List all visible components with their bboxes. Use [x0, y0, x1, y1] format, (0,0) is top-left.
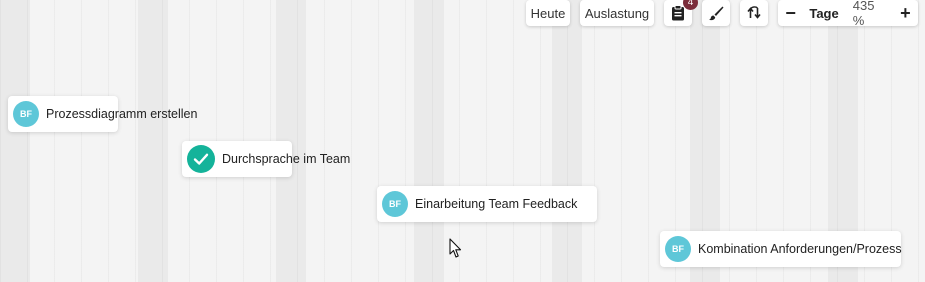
task-card[interactable]: Durchsprache im Team	[182, 141, 350, 177]
avatar: BF	[382, 191, 408, 217]
brush-icon	[708, 5, 724, 21]
zoom-value: 435 %	[852, 0, 875, 28]
task-card[interactable]: BF Prozessdiagramm erstellen	[8, 96, 197, 132]
mouse-pointer-icon	[449, 238, 462, 264]
zoom-out-button[interactable]: −	[778, 0, 803, 26]
workload-button[interactable]: Auslastung	[580, 0, 654, 26]
clipboard-button[interactable]: 4	[664, 0, 698, 26]
zoom-unit-label: Tage	[809, 5, 839, 21]
clipboard-icon	[671, 5, 685, 21]
task-label: Durchsprache im Team	[222, 152, 351, 166]
today-button[interactable]: Heute	[526, 0, 570, 26]
task-label: Prozessdiagramm erstellen	[46, 107, 198, 121]
sort-arrows-icon	[746, 5, 762, 21]
zoom-control: − Tage 435 % +	[778, 0, 918, 28]
task-card[interactable]: BF Einarbeitung Team Feedback	[377, 186, 597, 222]
brush-button[interactable]	[702, 0, 730, 26]
avatar: BF	[13, 101, 39, 127]
sort-button[interactable]	[740, 0, 768, 26]
task-label: Kombination Anforderungen/Prozess	[698, 242, 902, 256]
check-icon	[187, 145, 215, 173]
avatar: BF	[665, 236, 691, 262]
task-card[interactable]: BF Kombination Anforderungen/Prozess	[660, 231, 902, 267]
task-label: Einarbeitung Team Feedback	[415, 197, 578, 211]
zoom-in-button[interactable]: +	[893, 0, 918, 26]
